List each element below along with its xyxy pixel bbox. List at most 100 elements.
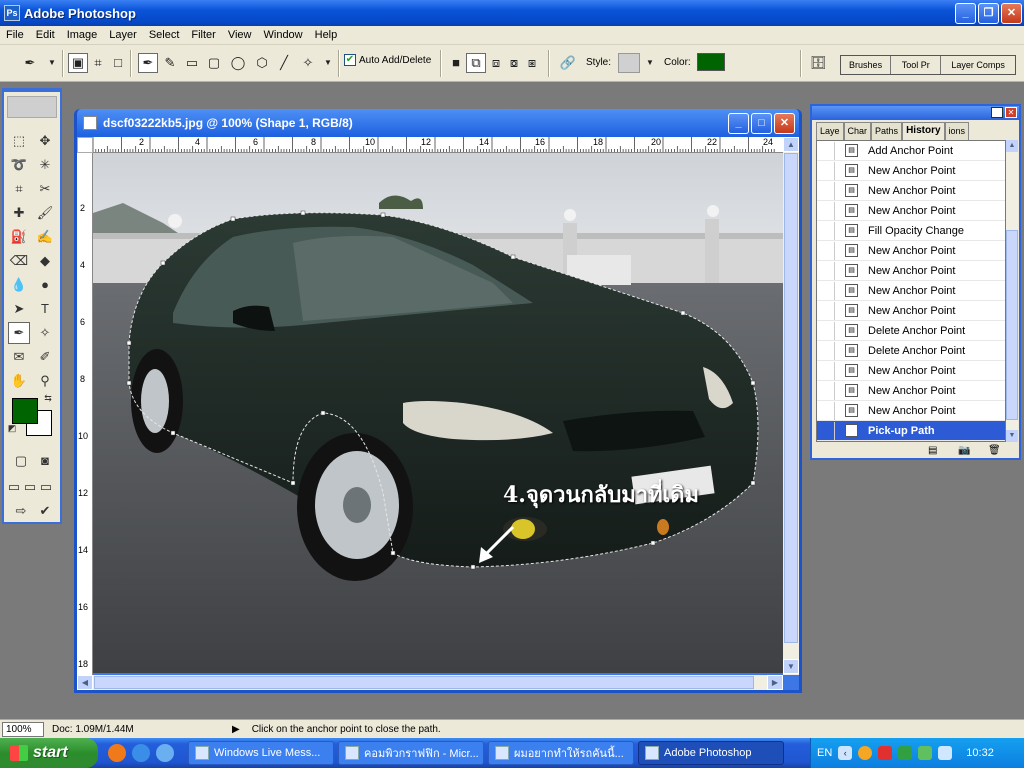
document-minimize-button[interactable]: _: [728, 113, 749, 134]
history-scroll-up-icon[interactable]: ▲: [1006, 140, 1018, 152]
path-selection-tool-icon[interactable]: ➤: [8, 298, 30, 320]
crop-tool-icon[interactable]: ⌗: [8, 178, 30, 200]
browser-icon[interactable]: [156, 744, 174, 762]
history-step[interactable]: ▤ Add Anchor Point: [817, 141, 1005, 161]
internet-explorer-icon[interactable]: [132, 744, 150, 762]
brush-tool-icon[interactable]: 🖌: [34, 202, 56, 224]
history-source-box[interactable]: [817, 401, 835, 420]
vertical-ruler[interactable]: 2 4 6 8 10 12 14 16 18: [77, 153, 93, 675]
history-source-box[interactable]: [817, 421, 835, 440]
palette-close-icon[interactable]: ✕: [1005, 107, 1017, 118]
history-source-box[interactable]: [817, 201, 835, 220]
history-step[interactable]: ▤ New Anchor Point: [817, 401, 1005, 421]
history-source-box[interactable]: [817, 281, 835, 300]
history-step[interactable]: ▤ New Anchor Point: [817, 261, 1005, 281]
fill-pixels-icon[interactable]: □: [108, 53, 128, 73]
full-screen-menu-mode-icon[interactable]: ▭: [22, 476, 38, 498]
history-brush-tool-icon[interactable]: ✍: [34, 226, 56, 248]
polygon-shape-icon[interactable]: ⬡: [252, 53, 272, 73]
full-screen-mode-icon[interactable]: ▭: [38, 476, 54, 498]
tab-layers[interactable]: Laye: [816, 122, 844, 140]
menu-select[interactable]: Select: [143, 29, 186, 41]
create-new-shape-icon[interactable]: ■: [446, 53, 466, 73]
menu-edit[interactable]: Edit: [30, 29, 61, 41]
history-step[interactable]: ▤ New Anchor Point: [817, 301, 1005, 321]
firefox-icon[interactable]: [108, 744, 126, 762]
move-tool-icon[interactable]: ✥: [34, 130, 56, 152]
preset-dropdown-icon[interactable]: ▼: [42, 53, 62, 73]
document-close-button[interactable]: ✕: [774, 113, 795, 134]
scroll-down-icon[interactable]: ▼: [783, 659, 799, 674]
menu-file[interactable]: File: [0, 29, 30, 41]
link-style-icon[interactable]: 🔗: [558, 53, 578, 73]
jump-to-imageready-icon[interactable]: ⇨: [10, 500, 32, 522]
history-source-box[interactable]: [817, 141, 835, 160]
pen-tool-icon[interactable]: ✒: [8, 322, 30, 344]
rectangle-shape-icon[interactable]: ▭: [182, 53, 202, 73]
delete-state-icon[interactable]: 🗑: [988, 445, 1001, 456]
vertical-scroll-thumb[interactable]: [784, 153, 798, 643]
rounded-rectangle-icon[interactable]: ▢: [204, 53, 224, 73]
tab-channels[interactable]: Char: [843, 122, 872, 140]
history-source-box[interactable]: [817, 321, 835, 340]
menu-filter[interactable]: Filter: [185, 29, 221, 41]
menu-layer[interactable]: Layer: [103, 29, 143, 41]
messenger-tray-icon[interactable]: [918, 746, 933, 760]
network-icon[interactable]: [898, 746, 913, 760]
marquee-tool-icon[interactable]: ⬚: [8, 130, 30, 152]
history-step[interactable]: ▤ New Anchor Point: [817, 201, 1005, 221]
shape-layers-icon[interactable]: ▣: [68, 53, 88, 73]
language-indicator[interactable]: EN: [817, 747, 832, 759]
car-photo[interactable]: [93, 153, 783, 673]
history-source-box[interactable]: [817, 241, 835, 260]
history-source-box[interactable]: [817, 301, 835, 320]
menu-image[interactable]: Image: [61, 29, 104, 41]
document-maximize-button[interactable]: □: [751, 113, 772, 134]
history-source-box[interactable]: [817, 181, 835, 200]
standard-screen-mode-icon[interactable]: ▭: [6, 476, 22, 498]
history-source-box[interactable]: [817, 261, 835, 280]
history-scroll-thumb[interactable]: [1006, 230, 1018, 420]
quick-mask-mode-icon[interactable]: ◙: [34, 450, 56, 472]
history-step[interactable]: ▤ New Anchor Point: [817, 381, 1005, 401]
notes-tool-icon[interactable]: ✉: [8, 346, 30, 368]
history-step[interactable]: ▤ Delete Anchor Point: [817, 341, 1005, 361]
freeform-pen-icon[interactable]: ✎: [160, 53, 180, 73]
status-menu-icon[interactable]: ▶: [232, 724, 240, 735]
tray-app-icon[interactable]: [858, 746, 873, 760]
history-step-current[interactable]: ▤ Pick-up Path: [817, 421, 1005, 441]
custom-shape-icon[interactable]: ✧: [298, 53, 318, 73]
zoom-tool-icon[interactable]: ⚲: [34, 370, 56, 392]
exclude-shape-icon[interactable]: ⧆: [522, 53, 542, 73]
photoshop-feather-icon[interactable]: [7, 96, 57, 118]
history-source-box[interactable]: [817, 361, 835, 380]
new-snapshot-icon[interactable]: 📷: [958, 445, 970, 456]
security-shield-icon[interactable]: [878, 746, 893, 760]
volume-icon[interactable]: [938, 746, 953, 760]
ruler-origin[interactable]: [77, 137, 93, 153]
history-palette-header[interactable]: ✕: [812, 106, 1019, 120]
clock[interactable]: 10:32: [966, 747, 994, 759]
menu-help[interactable]: Help: [309, 29, 344, 41]
history-scrollbar[interactable]: ▲ ▼: [1006, 140, 1018, 442]
history-source-box[interactable]: [817, 341, 835, 360]
horizontal-scrollbar[interactable]: ◀ ▶: [77, 675, 783, 690]
well-layer-comps-tab[interactable]: Layer Comps: [941, 56, 1015, 74]
shape-color-swatch[interactable]: [697, 53, 725, 71]
zoom-level-field[interactable]: 100%: [2, 721, 44, 737]
magic-wand-tool-icon[interactable]: ✳: [34, 154, 56, 176]
history-step[interactable]: ▤ New Anchor Point: [817, 361, 1005, 381]
tray-chevron-icon[interactable]: ‹: [838, 746, 853, 760]
slice-tool-icon[interactable]: ✂: [34, 178, 56, 200]
task-web-page[interactable]: ผมอยากทำให้รถคันนี้...: [488, 741, 634, 765]
menu-window[interactable]: Window: [258, 29, 309, 41]
pen-tool-option-icon[interactable]: ✒: [138, 53, 158, 73]
scroll-left-icon[interactable]: ◀: [77, 675, 93, 690]
intersect-shape-icon[interactable]: ⧇: [504, 53, 524, 73]
subtract-shape-icon[interactable]: ⧈: [486, 53, 506, 73]
history-source-box[interactable]: [817, 161, 835, 180]
close-button[interactable]: ✕: [1001, 3, 1022, 24]
palette-well-icon[interactable]: 🗄: [808, 53, 828, 73]
ellipse-shape-icon[interactable]: ◯: [228, 53, 248, 73]
edit-in-imageready-icon[interactable]: ✔: [34, 500, 56, 522]
